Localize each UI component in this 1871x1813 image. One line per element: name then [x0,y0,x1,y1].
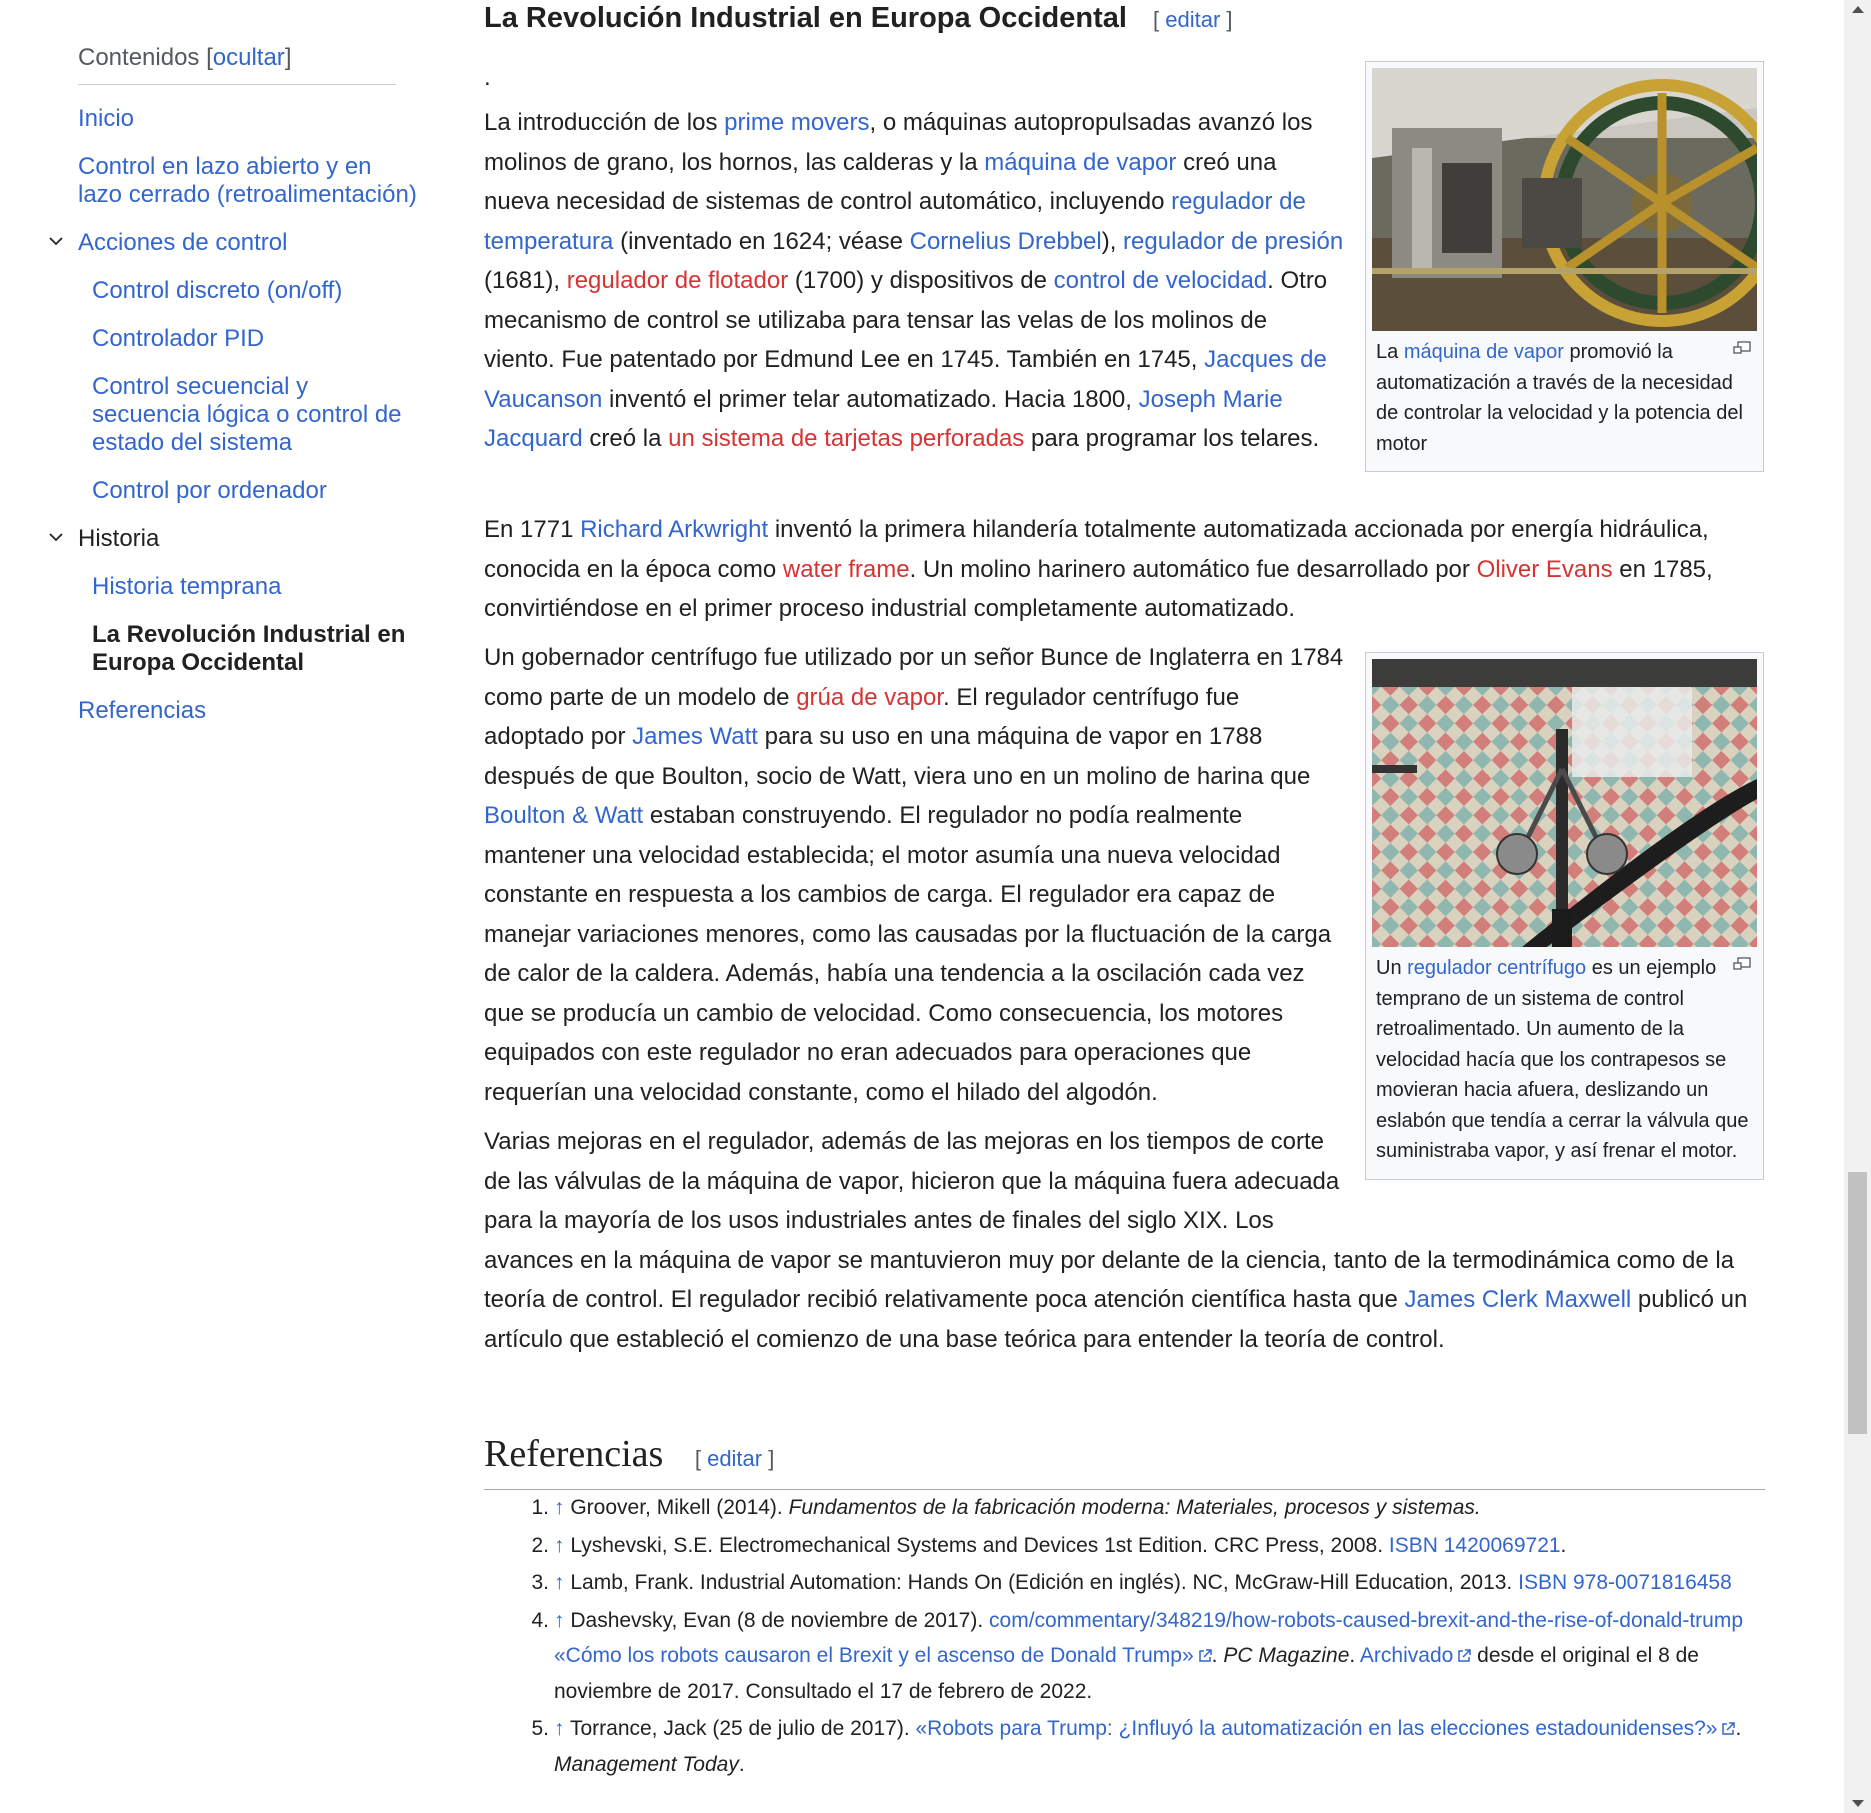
toc-hide-link[interactable]: ocultar [213,44,285,71]
reference-item: 1. ↑ Groover, Mikell (2014). Fundamentos… [531,1496,1481,1519]
backlink-arrow[interactable]: ↑ [554,1534,565,1557]
figure-steam-engine: La máquina de vapor promovió la automati… [1365,61,1764,472]
scroll-up-arrow-icon[interactable] [1852,6,1864,13]
section-title: La Revolución Industrial en Europa Occid… [484,2,1127,34]
toc-item-label: Historia [78,525,160,552]
paragraph-3: Un gobernador centrífugo fue utilizado p… [484,644,1344,1106]
toc-item-acciones-de-control[interactable]: Acciones de control [49,229,418,257]
external-link-icon [1198,1649,1212,1662]
toc-item-control-ordenador[interactable]: Control por ordenador [92,477,418,505]
link-regulador-presion[interactable]: regulador de presión [1123,228,1343,255]
backlink-arrow[interactable]: ↑ [554,1717,565,1740]
link-tarjetas-perforadas[interactable]: un sistema de tarjetas perforadas [668,425,1024,452]
link-boulton-watt[interactable]: Boulton & Watt [484,802,643,829]
link-prime-movers[interactable]: prime movers [724,109,869,136]
external-article-link[interactable]: «Robots para Trump: ¿Influyó la automati… [916,1717,1718,1740]
archive-link[interactable]: Archivado [1360,1644,1453,1667]
link-james-clerk-maxwell[interactable]: James Clerk Maxwell [1405,1286,1632,1313]
toc-item-historia[interactable]: Historia [49,525,418,553]
link-cornelius-drebbel[interactable]: Cornelius Drebbel [910,228,1102,255]
toc-item-control-secuencial[interactable]: Control secuencial y secuencia lógica o … [92,373,418,457]
link-control-velocidad[interactable]: control de velocidad [1054,267,1267,294]
link-maquina-de-vapor[interactable]: máquina de vapor [984,149,1176,176]
link-grua-de-vapor[interactable]: grúa de vapor [796,684,943,711]
chevron-down-icon[interactable] [48,529,64,545]
caption-link-maquina-de-vapor[interactable]: máquina de vapor [1404,341,1564,363]
external-link-icon [1722,1722,1736,1735]
references-list: 1. ↑ Groover, Mikell (2014). Fundamentos… [531,1490,1774,1784]
toc-item-referencias[interactable]: Referencias [78,697,418,725]
link-regulador-flotador[interactable]: regulador de flotador [567,267,788,294]
reference-item: 5. ↑ Torrance, Jack (25 de julio de 2017… [531,1717,1742,1776]
paragraph-1: La introducción de los prime movers, o m… [484,109,1344,452]
reference-item: 3. ↑ Lamb, Frank. Industrial Automation:… [531,1571,1732,1594]
section-heading: La Revolución Industrial en Europa Occid… [484,2,1233,34]
external-link-icon [1458,1649,1472,1662]
link-richard-arkwright[interactable]: Richard Arkwright [580,516,768,543]
toc-item-control-lazo[interactable]: Control en lazo abierto y en lazo cerrad… [78,153,418,209]
stray-dot: . [484,64,491,91]
scrollbar-thumb[interactable] [1848,1172,1867,1434]
toc-item-controlador-pid[interactable]: Controlador PID [92,325,418,353]
centrifugal-governor-image[interactable] [1372,659,1757,947]
steam-engine-image[interactable] [1372,68,1757,331]
backlink-arrow[interactable]: ↑ [554,1571,565,1594]
toc-header: Contenidos [ocultar] [78,44,396,85]
edit-references-link[interactable]: editar [707,1446,762,1471]
paragraph-2: En 1771 Richard Arkwright inventó la pri… [484,516,1713,622]
caption-link-regulador-centrifugo[interactable]: regulador centrífugo [1407,957,1586,979]
toc-item-revolucion-industrial[interactable]: La Revolución Industrial en Europa Occid… [92,621,418,677]
toc-item-historia-temprana[interactable]: Historia temprana [92,573,418,601]
reference-item: 2. ↑ Lyshevski, S.E. Electromechanical S… [531,1533,1567,1557]
backlink-arrow[interactable]: ↑ [554,1496,565,1519]
toc-title: Contenidos [78,44,200,71]
reference-item: 4. ↑ Dashevsky, Evan (8 de noviembre de … [531,1608,1744,1703]
chevron-down-icon[interactable] [48,233,64,249]
link-water-frame[interactable]: water frame [783,556,910,583]
isbn-link[interactable]: ISBN 1420069721 [1389,1534,1561,1557]
figure-caption: La máquina de vapor promovió la automati… [1372,331,1757,465]
enlarge-icon[interactable] [1733,957,1751,971]
scroll-down-arrow-icon[interactable] [1852,1800,1864,1807]
figure-centrifugal-governor: Un regulador centrífugo es un ejemplo te… [1365,652,1764,1180]
toc-item-inicio[interactable]: Inicio [78,105,418,133]
edit-section-link[interactable]: editar [1165,7,1220,32]
toc-item-control-discreto[interactable]: Control discreto (on/off) [92,277,418,305]
vertical-scrollbar[interactable] [1844,0,1871,1813]
toc-item-label: Acciones de control [78,229,288,256]
isbn-link[interactable]: ISBN 978-0071816458 [1518,1571,1732,1594]
references-heading: Referencias [ editar ] [484,1430,1765,1490]
enlarge-icon[interactable] [1733,341,1751,355]
references-title: Referencias [484,1433,664,1475]
table-of-contents: Contenidos [ocultar] Inicio Control en l… [49,44,418,725]
link-oliver-evans[interactable]: Oliver Evans [1477,556,1613,583]
link-james-watt[interactable]: James Watt [632,723,758,750]
backlink-arrow[interactable]: ↑ [554,1609,565,1632]
paragraph-4: Varias mejoras en el regulador, además d… [484,1128,1748,1353]
